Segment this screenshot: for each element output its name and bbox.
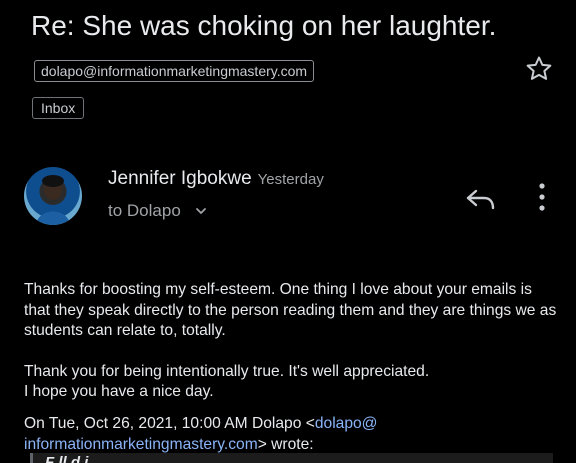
body-line-2: Thank you for being intentionally true. … [24, 362, 430, 380]
more-vert-icon[interactable] [534, 182, 550, 212]
sender-name[interactable]: Jennifer Igbokwe [108, 168, 252, 189]
subject-text: Re: She was choking on her laughter. [31, 10, 497, 41]
body-line-3: I hope you have a nice day. [24, 383, 214, 400]
quote-email-link-part2[interactable]: informationmarketingmastery.com [24, 436, 258, 453]
chevron-down-icon [195, 208, 206, 214]
email-subject: Re: She was choking on her laughter. dol… [31, 4, 511, 92]
quoted-text: F ll d i [45, 454, 89, 463]
quote-suffix: > wrote: [257, 435, 314, 453]
quote-attribution: On Tue, Oct 26, 2021, 10:00 AM Dolapo <d… [24, 414, 559, 455]
recipient-toggle[interactable]: to Dolapo [108, 199, 208, 223]
message-body: Thanks for boosting my self-esteem. One … [24, 280, 559, 403]
avatar-photo-icon [36, 175, 70, 225]
email-view: Re: She was choking on her laughter. dol… [0, 0, 576, 463]
quoted-message: F ll d i [30, 453, 553, 463]
avatar[interactable] [24, 167, 82, 225]
reply-icon[interactable] [464, 185, 496, 213]
body-paragraph-1: Thanks for boosting my self-esteem. One … [24, 281, 557, 339]
inbox-label[interactable]: Inbox [32, 97, 85, 119]
sender-email-chip[interactable]: dolapo@informationmarketingmastery.com [34, 60, 315, 82]
star-icon[interactable] [524, 54, 554, 84]
recipient-text: to Dolapo [108, 201, 181, 220]
sender-header: Jennifer Igbokwe Yesterday [108, 166, 324, 193]
quote-prefix: On Tue, Oct 26, 2021, 10:00 AM Dolapo < [24, 415, 315, 432]
message-time: Yesterday [257, 171, 324, 188]
quote-email-link-part1[interactable]: dolapo@ [315, 415, 378, 432]
